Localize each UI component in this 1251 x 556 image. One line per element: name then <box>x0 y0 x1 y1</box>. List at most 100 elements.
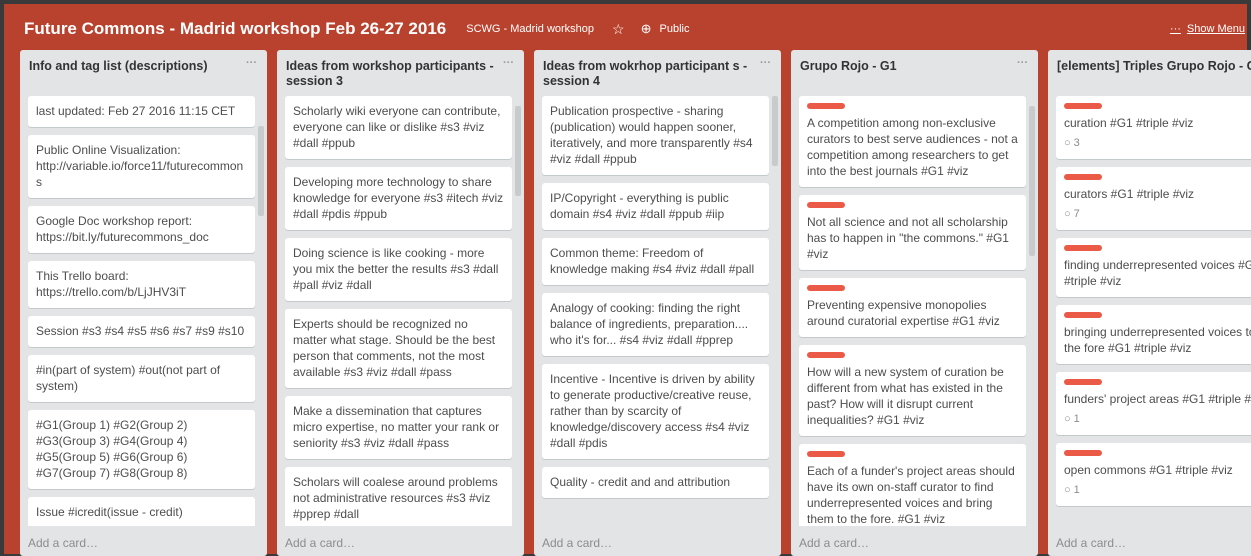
list-scrollbar[interactable] <box>1029 96 1035 526</box>
card-title: Publication prospective - sharing (publi… <box>550 104 753 166</box>
scrollbar-thumb[interactable] <box>258 126 264 216</box>
card[interactable]: Preventing expensive monopolies around c… <box>799 278 1026 337</box>
card[interactable]: Issue #icredit(issue - credit) <box>28 497 255 526</box>
list-title[interactable]: Info and tag list (descriptions) <box>29 59 207 73</box>
card[interactable]: Not all science and not all scholarship … <box>799 195 1026 270</box>
card-title: Common theme: Freedom of knowledge makin… <box>550 246 755 276</box>
card[interactable]: finding underrepresented voices #G1 #tri… <box>1056 238 1251 297</box>
comment-count: 1 <box>1073 413 1080 425</box>
card[interactable]: Experts should be recognized no matter w… <box>285 309 512 388</box>
card[interactable]: open commons #G1 #triple #viz ○ 1 <box>1056 443 1251 506</box>
card[interactable]: funders' project areas #G1 #triple #viz ○… <box>1056 372 1251 435</box>
list-header[interactable]: Grupo Rojo - G1 ··· <box>791 50 1038 94</box>
card[interactable]: #in(part of system) #out(not part of sys… <box>28 355 255 402</box>
comment-icon: ○ <box>1064 208 1071 220</box>
card-title: Scholars will coalese around problems no… <box>293 475 498 521</box>
list-menu-icon[interactable]: ··· <box>503 56 514 71</box>
card-label <box>1064 450 1102 456</box>
card-title: Issue #icredit(issue - credit) <box>36 505 183 519</box>
list: Info and tag list (descriptions) ··· last … <box>20 50 267 556</box>
list-title[interactable]: Grupo Rojo - G1 <box>800 59 897 73</box>
card[interactable]: Google Doc workshop report: https://bit.… <box>28 206 255 253</box>
list-menu-icon[interactable]: ··· <box>760 56 771 71</box>
card[interactable]: Session #s3 #s4 #s5 #s6 #s7 #s9 #s10 <box>28 316 255 347</box>
card[interactable]: Scholarly wiki everyone can contribute, … <box>285 96 512 159</box>
visibility-label[interactable]: Public <box>660 23 690 35</box>
card-title: curators #G1 #triple #viz <box>1064 187 1195 201</box>
list-header[interactable]: [elements] Triples Grupo Rojo - G1··· <box>1048 50 1251 94</box>
board-header: Future Commons - Madrid workshop Feb 26-… <box>24 14 1251 44</box>
list-header[interactable]: Info and tag list (descriptions) ··· <box>20 50 267 94</box>
card-title: Incentive - Incentive is driven by abili… <box>550 372 755 450</box>
list-title[interactable]: [elements] Triples Grupo Rojo - G1 <box>1057 59 1251 73</box>
card-title: Make a dissemination that captures micro… <box>293 404 500 450</box>
add-card-button[interactable]: Add a card… <box>285 536 355 550</box>
card[interactable]: Developing more technology to share know… <box>285 167 512 230</box>
card[interactable]: Make a dissemination that captures micro… <box>285 396 512 459</box>
card[interactable]: Analogy of cooking: finding the right ba… <box>542 293 769 356</box>
card[interactable]: Scholars will coalese around problems no… <box>285 467 512 526</box>
globe-icon[interactable]: ⊕ <box>641 21 652 37</box>
org-link[interactable]: SCWG - Madrid workshop <box>466 23 594 35</box>
comment-badge: ○ 1 <box>1064 482 1251 498</box>
list-menu-icon[interactable]: ··· <box>246 56 257 71</box>
card[interactable]: A competition among non-exclusive curato… <box>799 96 1026 187</box>
list-title[interactable]: Ideas from wokrhop participant s - sessi… <box>543 59 747 88</box>
card[interactable]: last updated: Feb 27 2016 11:15 CET <box>28 96 255 127</box>
card-list: A competition among non-exclusive curato… <box>799 96 1026 526</box>
card-title: This Trello board: https://trello.com/b/… <box>36 269 187 299</box>
card-label <box>807 451 845 457</box>
card-title: Session #s3 #s4 #s5 #s6 #s7 #s9 #s10 <box>36 324 245 338</box>
card-title: #G1(Group 1) #G2(Group 2) #G3(Group 3) #… <box>36 418 188 480</box>
list-scrollbar[interactable] <box>258 96 264 526</box>
card[interactable]: Publication prospective - sharing (publi… <box>542 96 769 175</box>
card[interactable]: Doing science is like cooking - more you… <box>285 238 512 301</box>
card-title: Public Online Visualization: http://vari… <box>36 143 244 189</box>
list-title[interactable]: Ideas from workshop participants - sessi… <box>286 59 494 88</box>
card[interactable]: #G1(Group 1) #G2(Group 2) #G3(Group 3) #… <box>28 410 255 489</box>
card[interactable]: Public Online Visualization: http://vari… <box>28 135 255 198</box>
scrollbar-thumb[interactable] <box>1029 106 1035 256</box>
list-scrollbar[interactable] <box>772 96 778 526</box>
card-title: How will a new system of curation be dif… <box>807 365 1004 427</box>
card[interactable]: Quality - credit and and attribution <box>542 467 769 498</box>
comment-count: 1 <box>1073 484 1080 496</box>
add-card-button[interactable]: Add a card… <box>799 536 869 550</box>
scrollbar-thumb[interactable] <box>515 106 521 196</box>
card-list: Publication prospective - sharing (publi… <box>542 96 769 526</box>
card[interactable]: curation #G1 #triple #viz ○ 3 <box>1056 96 1251 159</box>
list-scrollbar[interactable] <box>515 96 521 526</box>
card[interactable]: Common theme: Freedom of knowledge makin… <box>542 238 769 285</box>
list-header[interactable]: Ideas from wokrhop participant s - sessi… <box>534 50 781 94</box>
comment-icon: ○ <box>1064 484 1071 496</box>
card[interactable]: curators #G1 #triple #viz ○ 7 <box>1056 167 1251 230</box>
card-label <box>1064 245 1102 251</box>
card[interactable]: IP/Copyright - everything is public doma… <box>542 183 769 230</box>
show-menu-label: Show Menu <box>1186 23 1245 35</box>
comment-count: 7 <box>1073 208 1080 220</box>
card[interactable]: Incentive - Incentive is driven by abili… <box>542 364 769 459</box>
show-menu-button[interactable]: ··· Show Menu <box>1170 23 1245 35</box>
card-title: Scholarly wiki everyone can contribute, … <box>293 104 501 150</box>
card-label <box>807 352 845 358</box>
list-header[interactable]: Ideas from workshop participants - sessi… <box>277 50 524 94</box>
card-label <box>1064 174 1102 180</box>
card-label <box>1064 379 1102 385</box>
board-title[interactable]: Future Commons - Madrid workshop Feb 26-… <box>24 19 446 39</box>
card-title: Google Doc workshop report: https://bit.… <box>36 214 209 244</box>
card[interactable]: bringing underrepresented voices to the … <box>1056 305 1251 364</box>
add-card-button[interactable]: Add a card… <box>28 536 98 550</box>
comment-badge: ○ 7 <box>1064 206 1251 222</box>
card[interactable]: How will a new system of curation be dif… <box>799 345 1026 436</box>
list-menu-icon[interactable]: ··· <box>1017 56 1028 71</box>
card-title: Doing science is like cooking - more you… <box>293 246 499 292</box>
lists-container: Info and tag list (descriptions) ··· last … <box>20 50 1251 556</box>
card[interactable]: This Trello board: https://trello.com/b/… <box>28 261 255 308</box>
add-card-button[interactable]: Add a card… <box>542 536 612 550</box>
card-title: Preventing expensive monopolies around c… <box>807 298 1000 328</box>
list: Ideas from workshop participants - sessi… <box>277 50 524 556</box>
add-card-button[interactable]: Add a card… <box>1056 536 1126 550</box>
star-icon[interactable]: ☆ <box>612 21 625 38</box>
scrollbar-thumb[interactable] <box>772 96 778 166</box>
card[interactable]: Each of a funder's project areas should … <box>799 444 1026 526</box>
